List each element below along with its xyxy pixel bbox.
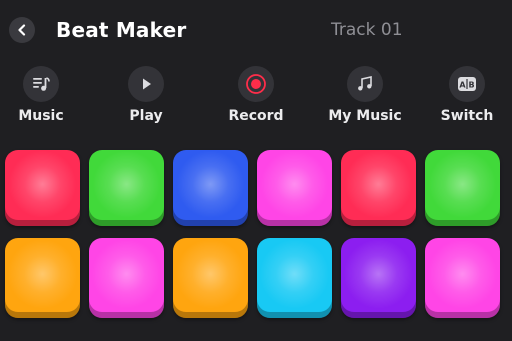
chevron-left-icon <box>18 24 26 36</box>
my-music-label: My Music <box>328 108 402 124</box>
record-icon-circle <box>238 66 274 102</box>
my-music-button[interactable]: My Music <box>323 66 407 124</box>
drum-pad[interactable] <box>173 238 248 318</box>
drum-pad[interactable] <box>257 238 332 318</box>
music-notes-icon <box>358 76 372 91</box>
record-icon <box>246 74 266 94</box>
music-button[interactable]: Music <box>0 66 83 124</box>
drum-pad[interactable] <box>173 150 248 226</box>
drum-pad[interactable] <box>89 238 164 318</box>
drum-pad[interactable] <box>341 238 416 318</box>
play-button[interactable]: Play <box>104 66 188 124</box>
svg-text:B: B <box>468 81 474 90</box>
music-icon-circle <box>23 66 59 102</box>
drum-pad[interactable] <box>257 150 332 226</box>
my-music-icon-circle <box>347 66 383 102</box>
app-title: Beat Maker <box>56 18 187 42</box>
switch-button[interactable]: A B Switch <box>425 66 509 124</box>
drum-pad[interactable] <box>425 238 500 318</box>
drum-pad-grid <box>5 150 509 318</box>
drum-pad[interactable] <box>425 150 500 226</box>
switch-icon-circle: A B <box>449 66 485 102</box>
drum-pad[interactable] <box>5 238 80 318</box>
music-list-icon <box>33 77 50 91</box>
svg-text:A: A <box>459 81 466 90</box>
record-label: Record <box>228 108 284 124</box>
track-name: Track 01 <box>331 20 403 40</box>
play-icon-circle <box>128 66 164 102</box>
switch-label: Switch <box>440 108 494 124</box>
play-label: Play <box>129 108 163 124</box>
music-label: Music <box>18 108 64 124</box>
play-icon <box>143 78 151 90</box>
drum-pad[interactable] <box>5 150 80 226</box>
drum-pad[interactable] <box>89 150 164 226</box>
drum-pad[interactable] <box>341 150 416 226</box>
record-button[interactable]: Record <box>214 66 298 124</box>
ab-switch-icon: A B <box>458 77 476 91</box>
back-button[interactable] <box>9 17 35 43</box>
